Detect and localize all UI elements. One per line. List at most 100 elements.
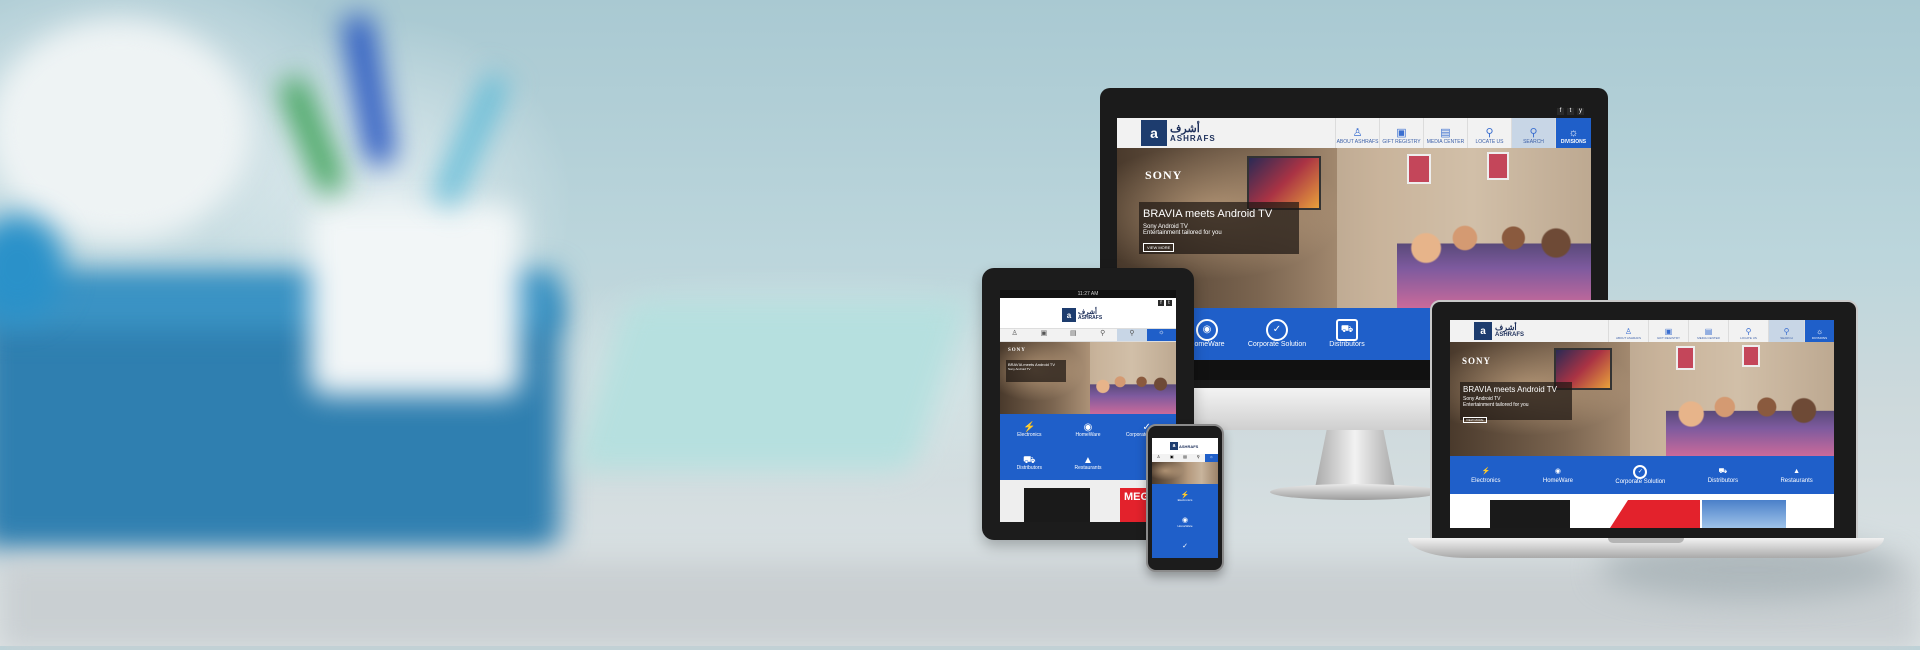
logo-arabic: أشرف [1495, 323, 1517, 332]
search-icon: ⚲ [1783, 327, 1790, 336]
nav-about[interactable]: ♙ ABOUT ASHRAFS [1608, 320, 1648, 342]
hero-brand: SONY [1462, 356, 1492, 366]
youtube-icon[interactable]: y [1577, 108, 1584, 115]
logo-name: ASHRAFS [1170, 133, 1216, 143]
nav-divisions[interactable]: ☼ [1204, 454, 1218, 462]
checkmark-circle-icon: ✓ [1266, 319, 1288, 342]
search-icon: ⚲ [1529, 127, 1538, 139]
division-restaurants[interactable]: ▲ Restaurants [1780, 466, 1812, 484]
nav-search[interactable]: ⚲ SEARCH [1768, 320, 1804, 342]
facebook-icon[interactable]: f [1158, 300, 1164, 306]
nav-media-center[interactable]: ▤ [1178, 454, 1191, 462]
main-nav: ♙ ▣ ▤ ⚲ ☼ [1152, 454, 1218, 462]
view-more-button[interactable]: VIEW MORE [1143, 243, 1175, 252]
hero-brand: SONY [1145, 168, 1183, 182]
site-logo[interactable]: a أشرف ASHRAFS [1062, 308, 1102, 322]
newspaper-icon: ▤ [1440, 127, 1451, 139]
nav-gift-registry[interactable]: ▣ GIFT REGISTRY [1379, 118, 1423, 148]
nav-search[interactable]: ⚲ SEARCH [1511, 118, 1555, 148]
main-nav: ♙ ABOUT ASHRAFS ▣ GIFT REGISTRY ▤ MEDIA CEN… [1608, 320, 1834, 342]
gift-icon: ▣ [1169, 454, 1174, 459]
division-electronics[interactable]: ⚡ Electronics [1017, 422, 1041, 439]
site-logo[interactable]: a أشرف ASHRAFS [1137, 118, 1220, 148]
nav-gift-registry[interactable]: ▣ GIFT REGISTRY [1648, 320, 1688, 342]
nav-locate-us[interactable]: ⚲ LOCATE US [1467, 118, 1511, 148]
laptop-screen: a أشرف ASHRAFS ♙ ABOUT ASHRAFS ▣ GIFT REGI… [1450, 320, 1834, 528]
newspaper-icon: ▤ [1070, 330, 1077, 337]
division-corporate-solution[interactable]: ✓Corporate Solution [1615, 464, 1665, 485]
division-homeware[interactable]: ◉ HomeWare [1543, 466, 1573, 484]
person-icon: ♙ [1352, 127, 1363, 139]
hero-banner[interactable]: SONY BRAVIA meets Android TV Sony Androi… [1000, 342, 1176, 414]
division-distributors[interactable]: ⛟ Distributors [1708, 466, 1738, 484]
twitter-icon[interactable]: t [1567, 108, 1574, 115]
division-homeware[interactable]: ◉ HomeWare [1177, 517, 1192, 527]
promo-tile-dark[interactable] [1024, 488, 1090, 522]
nav-divisions[interactable]: ☼ [1146, 329, 1176, 341]
nav-media-center[interactable]: ▤ MEDIA CENTER [1688, 320, 1728, 342]
nav-gift-registry[interactable]: ▣ [1165, 454, 1178, 462]
main-nav: ♙ ▣ ▤ ⚲ ⚲ ☼ [1000, 328, 1176, 342]
phone-screen: a ASHRAFS ♙ ▣ ▤ ⚲ ☼ ⚡ Electronics ◉ HomeWa… [1152, 438, 1218, 558]
division-electronics[interactable]: ⚡ Electronics [1178, 492, 1193, 502]
divisions-bar: ⚡Electronics ◉HomeWare ✓Corporate Soluti… [1450, 456, 1834, 494]
promo-tile-sky[interactable] [1702, 500, 1786, 528]
social-links: f t [1158, 300, 1172, 306]
nav-divisions[interactable]: ☼ DIVISIONS [1804, 320, 1834, 342]
hero-banner[interactable] [1152, 462, 1218, 484]
laptop: a أشرف ASHRAFS ♙ ABOUT ASHRAFS ▣ GIFT REGI… [1408, 300, 1884, 565]
plug-icon: ⚡ [1481, 468, 1491, 476]
division-corporate-solution[interactable]: ✓ Corporate Solution [1247, 319, 1307, 348]
site-logo[interactable]: a ASHRAFS [1170, 442, 1198, 450]
location-pin-icon: ⚲ [1485, 127, 1494, 139]
division-distributors[interactable]: ⛟ Distributors [1317, 319, 1377, 348]
nav-locate-us[interactable]: ⚲ [1088, 329, 1117, 341]
hero-banner[interactable]: SONY BRAVIA meets Android TV Sony Androi… [1450, 342, 1834, 456]
nav-media-center[interactable]: ▤ MEDIA CENTER [1423, 118, 1467, 148]
gift-icon: ▣ [1396, 127, 1407, 139]
nav-locate-us[interactable]: ⚲ LOCATE US [1728, 320, 1768, 342]
site-logo[interactable]: a أشرف ASHRAFS [1470, 320, 1528, 342]
division-electronics[interactable]: ⚡ Electronics [1471, 466, 1500, 484]
main-nav: ♙ ABOUT ASHRAFS ▣ GIFT REGISTRY ▤ MEDIA … [1335, 118, 1591, 148]
logo-name: ASHRAFS [1179, 443, 1199, 449]
tablet-status-bar: 11:27 AM [1000, 290, 1176, 298]
nav-gift-registry[interactable]: ▣ [1029, 329, 1058, 341]
network-icon: ☼ [1209, 454, 1214, 459]
nav-search[interactable]: ⚲ [1117, 329, 1147, 341]
promo-tile-red[interactable] [1610, 500, 1700, 528]
nav-locate-us[interactable]: ⚲ [1192, 454, 1205, 462]
hero-caption: BRAVIA meets Android TV Sony Android TV [1006, 360, 1066, 382]
nav-about[interactable]: ♙ [1000, 329, 1029, 341]
hero-caption: BRAVIA meets Android TV Sony Android TV … [1460, 382, 1572, 423]
newspaper-icon: ▤ [1183, 454, 1187, 459]
division-distributors[interactable]: ⛟ Distributors [1017, 455, 1042, 472]
hero-wall-art [1742, 345, 1760, 367]
logo-name: ASHRAFS [1078, 315, 1103, 321]
twitter-icon[interactable]: t [1166, 300, 1172, 306]
hero-headline: BRAVIA meets Android TV [1143, 208, 1273, 220]
nav-about[interactable]: ♙ ABOUT ASHRAFS [1335, 118, 1379, 148]
view-more-button[interactable]: VIEW MORE [1463, 417, 1487, 423]
person-icon: ♙ [1011, 330, 1018, 337]
cloche-icon: ▲ [1793, 468, 1801, 476]
blurred-pen-cup [310, 205, 520, 395]
promo-tile-dark[interactable] [1490, 500, 1570, 528]
nav-divisions[interactable]: ☼ DIVISIONS [1555, 118, 1591, 148]
facebook-icon[interactable]: f [1557, 108, 1564, 115]
gift-icon: ▣ [1664, 327, 1673, 336]
site-header: a أشرف ASHRAFS ♙ ABOUT ASHRAFS ▣ GIFT RE… [1117, 118, 1591, 149]
monitor-neck [1315, 428, 1395, 488]
division-homeware[interactable]: ◉ HomeWare [1075, 422, 1100, 439]
site-header: a أشرف ASHRAFS ♙ ABOUT ASHRAFS ▣ GIFT REGI… [1450, 320, 1834, 343]
division-corporate-solution[interactable]: ✓ [1182, 543, 1188, 550]
hero-people-image [1397, 208, 1591, 308]
hero-subline: Entertainment tailored for you [1143, 230, 1222, 236]
nav-about[interactable]: ♙ [1152, 454, 1165, 462]
status-time: 11:27 AM [1077, 291, 1099, 297]
nav-media-center[interactable]: ▤ [1059, 329, 1088, 341]
hero-subline: Entertainment tailored for you [1463, 402, 1529, 408]
network-icon: ☼ [1815, 327, 1824, 336]
gift-icon: ▣ [1040, 330, 1048, 337]
division-restaurants[interactable]: ▲ Restaurants [1075, 455, 1102, 472]
